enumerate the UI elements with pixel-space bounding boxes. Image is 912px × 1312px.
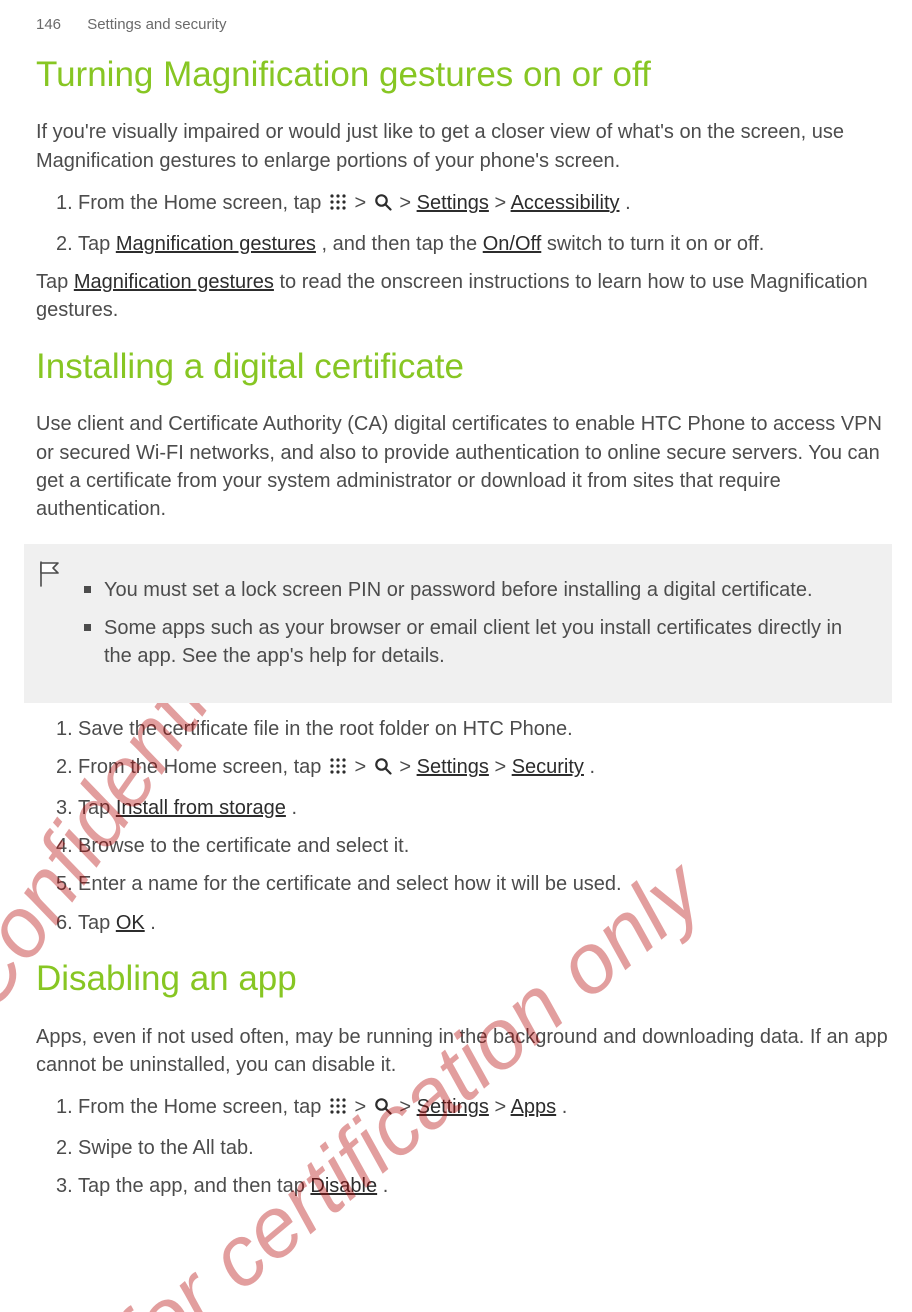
step-number: 2. — [36, 1134, 78, 1162]
step-content: Tap Install from storage . — [78, 794, 892, 822]
text: . — [625, 192, 631, 214]
ui-label-apps: Apps — [511, 1096, 557, 1118]
intro-magnification: If you're visually impaired or would jus… — [36, 118, 892, 175]
ui-label-security: Security — [512, 756, 584, 778]
list-item: 3. Tap the app, and then tap Disable . — [36, 1172, 892, 1200]
list-item: 6. Tap OK . — [36, 909, 892, 937]
steps-magnification: 1. From the Home screen, tap > > Setting… — [36, 189, 892, 258]
text: . — [150, 912, 156, 934]
list-item: 1. Save the certificate file in the root… — [36, 715, 892, 743]
list-item: 3. Tap Install from storage . — [36, 794, 892, 822]
step-content: From the Home screen, tap > > Settings >… — [78, 753, 892, 783]
apps-grid-icon — [329, 755, 347, 783]
steps-certificate: 1. Save the certificate file in the root… — [36, 715, 892, 937]
text: From the Home screen, tap — [78, 192, 327, 214]
text: > — [355, 192, 372, 214]
list-item: 4. Browse to the certificate and select … — [36, 832, 892, 860]
step-number: 4. — [36, 832, 78, 860]
ui-label-magnification-gestures: Magnification gestures — [74, 271, 274, 293]
text: > — [494, 1096, 510, 1118]
note-callout: You must set a lock screen PIN or passwo… — [24, 544, 892, 703]
ui-label-onoff: On/Off — [483, 233, 542, 255]
apps-grid-icon — [329, 1095, 347, 1123]
step-content: Tap the app, and then tap Disable . — [78, 1172, 892, 1200]
text: > — [399, 756, 416, 778]
list-item: 5. Enter a name for the certificate and … — [36, 870, 892, 898]
list-item: 2. From the Home screen, tap > > Setting… — [36, 753, 892, 783]
page-number: 146 — [36, 16, 61, 33]
ui-label-install-from-storage: Install from storage — [116, 797, 286, 819]
text: . — [383, 1175, 389, 1197]
step-content: From the Home screen, tap > > Settings >… — [78, 189, 892, 219]
step-content: Tap Magnification gestures , and then ta… — [78, 230, 892, 258]
text: Tap — [36, 271, 74, 293]
section-name: Settings and security — [87, 16, 226, 33]
list-item: 1. From the Home screen, tap > > Setting… — [36, 189, 892, 219]
text: Tap — [78, 912, 116, 934]
text: > — [494, 756, 511, 778]
ui-label-settings: Settings — [417, 756, 489, 778]
outro-magnification: Tap Magnification gestures to read the o… — [36, 268, 892, 325]
ui-label-settings: Settings — [417, 192, 489, 214]
text: . — [590, 756, 596, 778]
step-content: From the Home screen, tap > > Settings >… — [78, 1093, 892, 1123]
step-number: 1. — [36, 715, 78, 743]
section-title-magnification: Turning Magnification gestures on or off — [36, 53, 892, 96]
list-item: 2. Tap Magnification gestures , and then… — [36, 230, 892, 258]
intro-certificate: Use client and Certificate Authority (CA… — [36, 410, 892, 524]
text: > — [494, 192, 510, 214]
text: Tap — [78, 797, 116, 819]
text: > — [399, 1096, 416, 1118]
text: , and then tap the — [321, 233, 482, 255]
step-number: 3. — [36, 794, 78, 822]
section-title-certificate: Installing a digital certificate — [36, 345, 892, 388]
ui-label-ok: OK — [116, 912, 145, 934]
text: . — [291, 797, 297, 819]
apps-grid-icon — [329, 191, 347, 219]
step-content: Browse to the certificate and select it. — [78, 832, 892, 860]
text: From the Home screen, tap — [78, 1096, 327, 1118]
step-content: Swipe to the All tab. — [78, 1134, 892, 1162]
step-number: 5. — [36, 870, 78, 898]
text: switch to turn it on or off. — [547, 233, 765, 255]
flag-icon — [38, 560, 62, 588]
text: Tap the app, and then tap — [78, 1175, 310, 1197]
step-content: Enter a name for the certificate and sel… — [78, 870, 892, 898]
note-item: Some apps such as your browser or email … — [84, 614, 874, 671]
step-content: Save the certificate file in the root fo… — [78, 715, 892, 743]
note-item: You must set a lock screen PIN or passwo… — [84, 576, 874, 604]
search-icon — [374, 191, 392, 219]
intro-disable-app: Apps, even if not used often, may be run… — [36, 1023, 892, 1080]
text: > — [355, 756, 372, 778]
text: . — [562, 1096, 568, 1118]
ui-label-accessibility: Accessibility — [511, 192, 620, 214]
search-icon — [374, 755, 392, 783]
page-header: 146 Settings and security — [36, 16, 892, 33]
step-number: 3. — [36, 1172, 78, 1200]
ui-label-settings: Settings — [417, 1096, 489, 1118]
step-number: 2. — [36, 230, 78, 258]
page: Confidential for certification only 146 … — [0, 0, 912, 1312]
step-number: 1. — [36, 189, 78, 217]
section-title-disable-app: Disabling an app — [36, 957, 892, 1000]
text: From the Home screen, tap — [78, 756, 327, 778]
ui-label-magnification-gestures: Magnification gestures — [116, 233, 316, 255]
text: > — [355, 1096, 372, 1118]
list-item: 2. Swipe to the All tab. — [36, 1134, 892, 1162]
step-content: Tap OK . — [78, 909, 892, 937]
step-number: 2. — [36, 753, 78, 781]
search-icon — [374, 1095, 392, 1123]
list-item: 1. From the Home screen, tap > > Setting… — [36, 1093, 892, 1123]
ui-label-disable: Disable — [310, 1175, 377, 1197]
text: Tap — [78, 233, 116, 255]
step-number: 6. — [36, 909, 78, 937]
text: > — [399, 192, 416, 214]
steps-disable-app: 1. From the Home screen, tap > > Setting… — [36, 1093, 892, 1200]
step-number: 1. — [36, 1093, 78, 1121]
